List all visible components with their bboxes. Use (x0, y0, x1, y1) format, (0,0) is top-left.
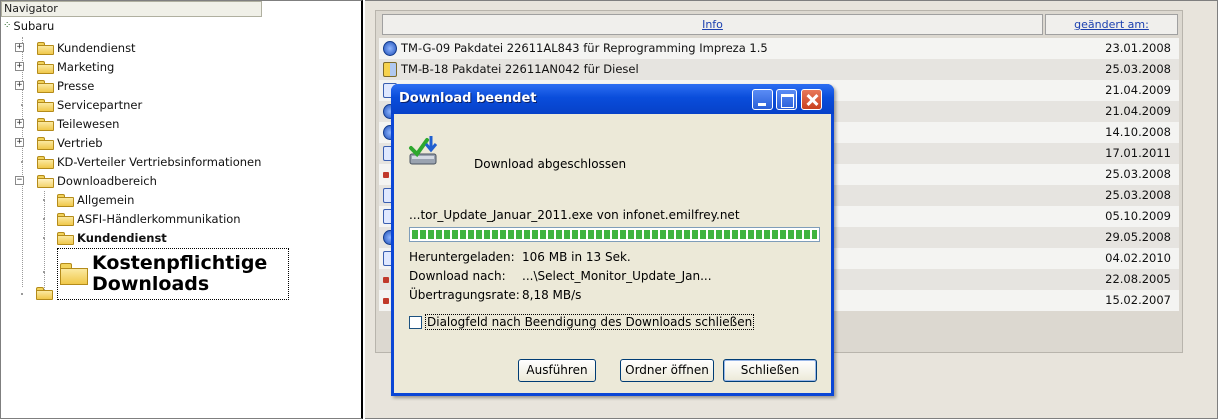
column-header-changed[interactable]: geändert am: (1045, 14, 1178, 35)
download-status-message: Download abgeschlossen (474, 157, 627, 171)
download-progress-bar (409, 227, 820, 242)
tree-item-marketing[interactable]: + Marketing (15, 57, 114, 76)
checkbox-box[interactable] (409, 315, 422, 329)
tree-item-kundendienst[interactable]: + Kundendienst (15, 38, 136, 57)
download-complete-dialog: Download beendet Download abgeschlossen … (391, 84, 834, 396)
row-date: 15.02.2007 (1105, 293, 1171, 307)
row-date: 29.05.2008 (1105, 230, 1171, 244)
tree-item-servicepartner[interactable]: Servicepartner (15, 95, 142, 114)
tree-item-label: KD-Verteiler Vertriebsinformationen (57, 154, 262, 169)
tree-subitem-allgemein[interactable]: Allgemein (41, 190, 134, 209)
folder-icon (37, 117, 54, 131)
tree-item-label: Allgemein (77, 192, 135, 207)
tree-root-icon: ⁘ (3, 20, 12, 31)
downloaded-label: Heruntergeladen: (409, 250, 515, 264)
tree-item-kd-verteiler[interactable]: KD-Verteiler Vertriebsinformationen (15, 152, 261, 171)
tree-subitem-kostenpflichtige-downloads[interactable]: Kostenpflichtige Downloads (57, 248, 289, 300)
red-icon (383, 277, 389, 283)
target-label: Download nach: (409, 269, 506, 283)
tree-item-label: Downloadbereich (57, 173, 157, 188)
folder-icon (37, 136, 54, 150)
row-date: 21.04.2009 (1105, 104, 1171, 118)
folder-icon (60, 263, 88, 285)
download-complete-icon (409, 136, 438, 165)
rate-value: 8,18 MB/s (522, 288, 582, 302)
navigator-title: Navigator (1, 1, 262, 17)
tree-item-downloadbereich[interactable]: − Downloadbereich (15, 171, 157, 190)
expand-icon[interactable]: + (15, 119, 24, 128)
expand-icon[interactable]: + (15, 138, 24, 147)
open-folder-button[interactable]: Ordner öffnen (620, 359, 714, 382)
rate-row: Übertragungsrate: 8,18 MB/s (409, 288, 581, 302)
dialog-titlebar[interactable]: Download beendet (391, 84, 834, 114)
table-row[interactable]: TM-G-09 Pakdatei 22611AL843 für Reprogra… (379, 38, 1179, 59)
tree-root-label: Subaru (13, 18, 55, 33)
folder-icon (36, 287, 53, 300)
tree-item-presse[interactable]: + Presse (15, 76, 94, 95)
red-icon (383, 172, 389, 178)
tree-item-label: Marketing (57, 59, 115, 74)
row-info-text[interactable]: TM-G-09 Pakdatei 22611AL843 für Reprogra… (401, 38, 768, 59)
tree-root[interactable]: ⁘ Subaru (3, 16, 54, 35)
tree-item-label: Teilewesen (57, 116, 120, 131)
tree-item-label: Kundendienst (57, 40, 136, 55)
dialog-title: Download beendet (399, 91, 537, 106)
folder-icon (37, 98, 54, 112)
row-date: 22.08.2005 (1105, 272, 1171, 286)
row-date: 23.01.2008 (1105, 41, 1171, 55)
row-date: 25.03.2008 (1105, 167, 1171, 181)
row-date: 21.04.2009 (1105, 83, 1171, 97)
archive-icon (383, 62, 397, 77)
expand-icon[interactable]: + (15, 43, 24, 52)
expand-icon[interactable]: + (15, 81, 24, 90)
row-date: 17.01.2011 (1105, 146, 1171, 160)
collapse-icon[interactable]: − (15, 176, 24, 185)
tree-subitem-kundendienst[interactable]: Kundendienst (41, 228, 167, 247)
row-date: 04.02.2010 (1105, 251, 1171, 265)
close-icon[interactable] (801, 89, 822, 110)
tree-item-label: Servicepartner (57, 97, 143, 112)
selected-label-line1: Kostenpflichtige (92, 252, 268, 274)
folder-icon (37, 79, 54, 93)
close-on-complete-checkbox[interactable]: Dialogfeld nach Beendigung des Downloads… (409, 314, 755, 330)
folder-icon (57, 231, 74, 245)
progress-fill (412, 230, 817, 239)
row-date: 25.03.2008 (1105, 62, 1171, 76)
folder-icon (57, 212, 74, 226)
selected-label-line2: Downloads (92, 273, 210, 295)
row-info-text[interactable]: TM-B-18 Pakdatei 22611AN042 für Diesel (401, 59, 639, 80)
target-value: ...\Select_Monitor_Update_Jan... (522, 269, 712, 283)
download-filename: ...tor_Update_Januar_2011.exe von infone… (409, 208, 740, 222)
expand-icon[interactable]: + (15, 62, 24, 71)
row-date: 25.03.2008 (1105, 188, 1171, 202)
table-row[interactable]: TM-B-18 Pakdatei 22611AN042 für Diesel 25… (379, 59, 1179, 80)
navigator-panel: Navigator ⁘ Subaru + Kundendienst + Mark… (0, 0, 363, 419)
tree-item-label: Presse (57, 78, 95, 93)
tree-item-label: ASFI-Händlerkommunikation (77, 211, 241, 226)
row-date: 14.10.2008 (1105, 125, 1171, 139)
tree-subitem-asfi[interactable]: ASFI-Händlerkommunikation (41, 209, 241, 228)
row-date: 05.10.2009 (1105, 209, 1171, 223)
ie-icon (383, 41, 397, 56)
folder-icon (37, 155, 54, 169)
tree-item-vertrieb[interactable]: + Vertrieb (15, 133, 103, 152)
folder-icon (57, 193, 74, 207)
folder-icon (37, 60, 54, 74)
maximize-icon[interactable] (776, 89, 797, 110)
tree-item-teilewesen[interactable]: + Teilewesen (15, 114, 119, 133)
tree-item-label: Kundendienst (77, 230, 167, 245)
checkbox-label: Dialogfeld nach Beendigung des Downloads… (425, 314, 755, 330)
column-header-info[interactable]: Info (382, 14, 1043, 35)
downloaded-value: 106 MB in 13 Sek. (522, 250, 631, 264)
minimize-icon[interactable] (752, 89, 773, 110)
close-button[interactable]: Schließen (723, 359, 817, 382)
folder-icon (37, 41, 54, 55)
run-button[interactable]: Ausführen (518, 359, 596, 382)
red-icon (383, 298, 389, 304)
tree-item-label: Vertrieb (57, 135, 103, 150)
target-row: Download nach: ...\Select_Monitor_Update… (409, 269, 712, 283)
rate-label: Übertragungsrate: (409, 288, 520, 302)
open-folder-icon (37, 174, 54, 188)
downloaded-row: Heruntergeladen: 106 MB in 13 Sek. (409, 250, 631, 264)
